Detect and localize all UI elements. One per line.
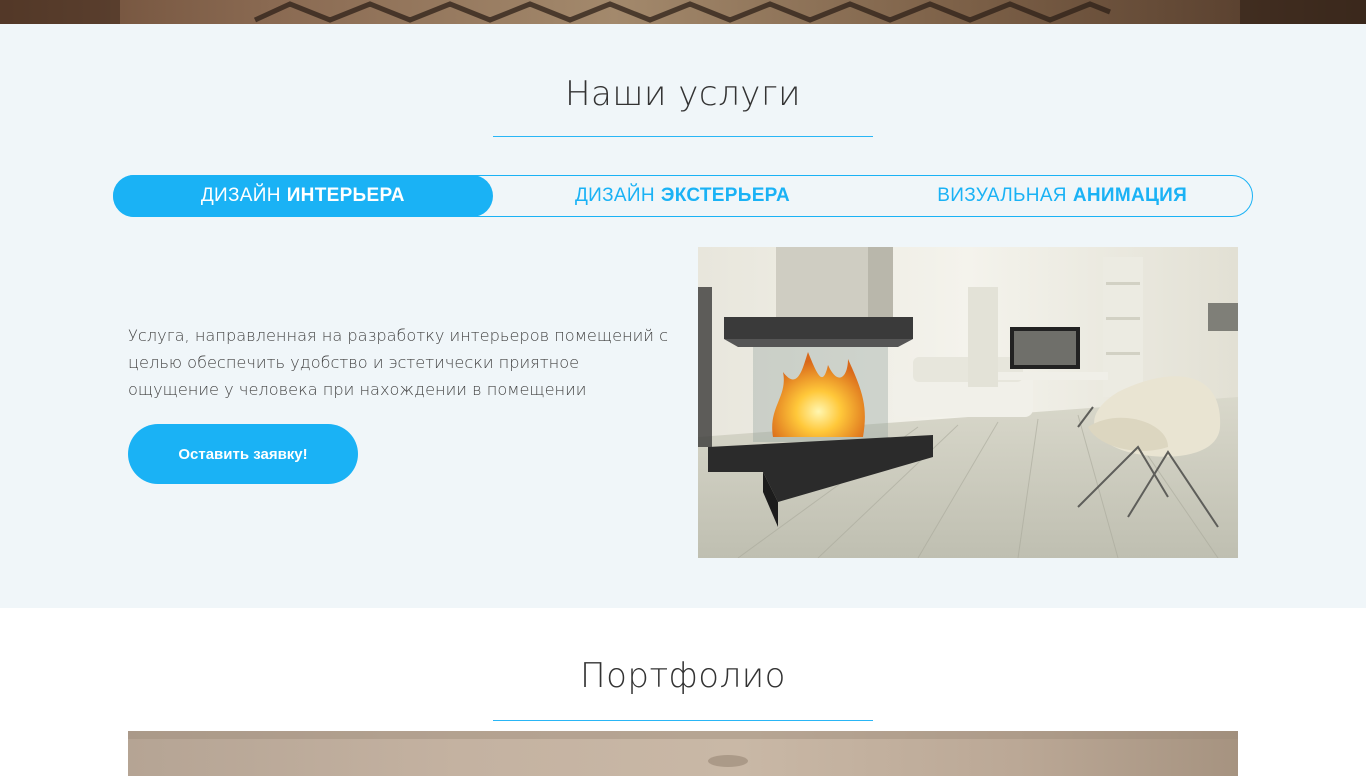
portfolio-title-underline: [493, 720, 873, 721]
services-section: Наши услуги Дизайн интерьера Дизайн экст…: [0, 24, 1366, 608]
tab-exterior-design[interactable]: Дизайн экстерьера: [493, 176, 873, 216]
interior-illustration: [698, 247, 1238, 558]
tab-visual-animation[interactable]: Визуальная анимация: [872, 176, 1252, 216]
portfolio-photo-illustration: [128, 731, 1238, 767]
services-title-underline: [493, 136, 873, 137]
submit-request-button[interactable]: Оставить заявку!: [128, 424, 358, 484]
interior-fireplace-photo: [698, 247, 1238, 558]
hero-image-bottom: [0, 0, 1366, 24]
hero-zigzag-pattern: [0, 0, 1366, 24]
tab-interior-design[interactable]: Дизайн интерьера: [113, 175, 493, 217]
tab-label-light: Дизайн: [575, 185, 655, 206]
services-title: Наши услуги: [564, 74, 802, 114]
tab-label-light: Визуальная: [937, 185, 1067, 206]
tab-label-light: Дизайн: [200, 185, 281, 206]
tab-label-bold: анимация: [1072, 185, 1188, 206]
tab-label-bold: интерьера: [286, 185, 405, 206]
portfolio-title: Портфолио: [580, 656, 786, 696]
service-description: Услуга, направленная на разработку интер…: [128, 326, 668, 399]
services-tabs: Дизайн интерьера Дизайн экстерьера Визуа…: [113, 175, 1253, 217]
portfolio-photo[interactable]: [128, 731, 1238, 776]
tab-label-bold: экстерьера: [660, 185, 790, 206]
